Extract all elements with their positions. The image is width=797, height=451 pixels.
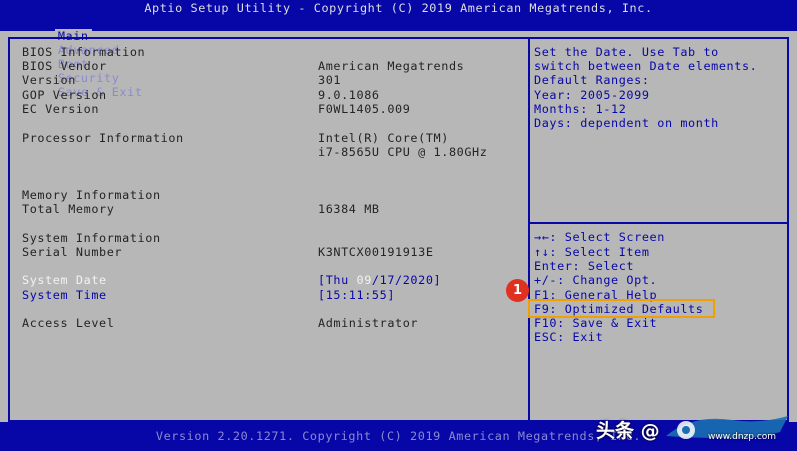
system-date-label[interactable]: System Date [22, 273, 107, 287]
key-change-opt: +/-: Change Opt. [534, 273, 658, 287]
key-save-exit: F10: Save & Exit [534, 316, 658, 330]
ec-version-value: F0WL1405.009 [318, 102, 411, 116]
help-line: Days: dependent on month [534, 116, 719, 130]
help-line: switch between Date elements. [534, 59, 758, 73]
key-enter-select: Enter: Select [534, 259, 635, 273]
gop-version-value: 9.0.1086 [318, 88, 380, 102]
memory-information-heading: Memory Information [22, 188, 161, 202]
help-line: Year: 2005-2099 [534, 88, 650, 102]
watermark-site: www.dnzp.com [708, 432, 777, 442]
serial-number-label: Serial Number [22, 245, 123, 259]
system-time-field[interactable]: [15:11:55] [318, 288, 395, 302]
ec-version-label: EC Version [22, 102, 100, 116]
total-memory-label: Total Memory [22, 202, 115, 216]
title-bar: Aptio Setup Utility - Copyright (C) 2019… [0, 0, 797, 99]
gop-version-label: GOP Version [22, 88, 107, 102]
processor-model-value: i7-8565U CPU @ 1.80GHz [318, 145, 488, 159]
date-suffix: /17/2020] [371, 273, 442, 287]
utility-title: Aptio Setup Utility - Copyright (C) 2019… [144, 1, 653, 15]
key-select-item: ↑↓: Select Item [534, 245, 650, 259]
system-time-label[interactable]: System Time [22, 288, 107, 302]
access-level-value: Administrator [318, 316, 419, 330]
help-line: Default Ranges: [534, 73, 650, 87]
access-level-label: Access Level [22, 316, 115, 330]
processor-name-value: Intel(R) Core(TM) [318, 131, 449, 145]
version-label: Version [22, 73, 76, 87]
bios-vendor-label: BIOS Vendor [22, 59, 107, 73]
f9-highlight-box [528, 299, 715, 318]
bios-information-heading: BIOS Information [22, 45, 146, 59]
processor-information-label: Processor Information [22, 131, 184, 145]
system-date-field[interactable]: [Thu 09/17/2020] [318, 273, 441, 287]
watermark-text: 头条 @ [596, 420, 660, 442]
date-prefix: [Thu [318, 273, 357, 287]
version-value: 301 [318, 73, 342, 87]
bios-vendor-value: American Megatrends [318, 59, 465, 73]
date-month-selected[interactable]: 09 [357, 273, 372, 287]
step-marker: 1 [506, 279, 529, 302]
help-line: Months: 1-12 [534, 102, 627, 116]
help-line: Set the Date. Use Tab to [534, 45, 719, 59]
total-memory-value: 16384 MB [318, 202, 380, 216]
system-information-heading: System Information [22, 231, 161, 245]
serial-number-value: K3NTCX00191913E [318, 245, 434, 259]
key-esc-exit: ESC: Exit [534, 330, 604, 344]
key-select-screen: →←: Select Screen [534, 230, 665, 244]
help-divider [530, 222, 789, 224]
watermark-logo-icon [666, 416, 788, 439]
